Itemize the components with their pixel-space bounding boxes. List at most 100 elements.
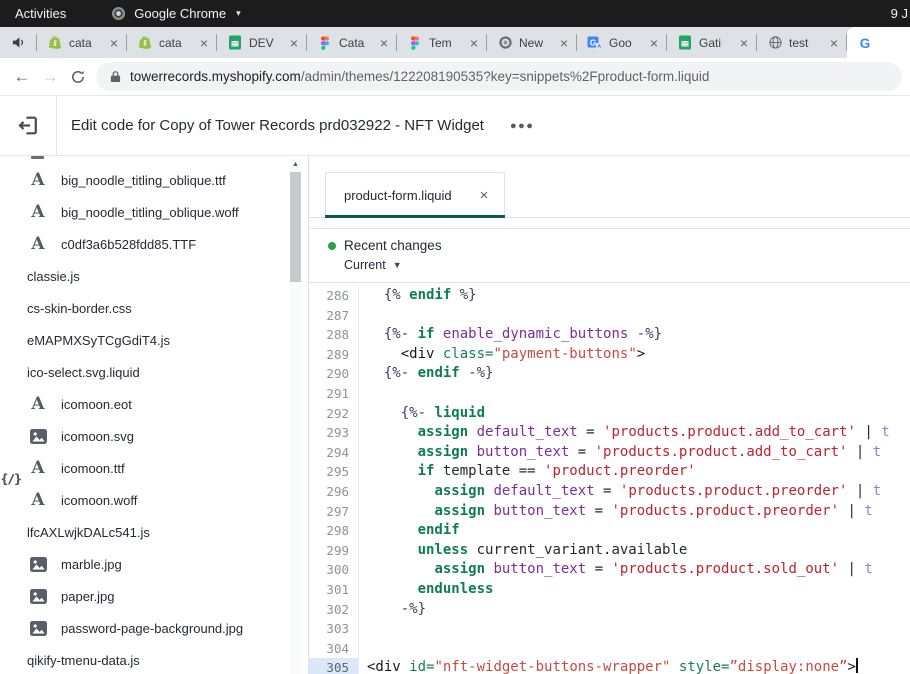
tab-close-icon[interactable]: × bbox=[559, 36, 569, 50]
code-text[interactable]: unless current_variant.available bbox=[359, 541, 910, 561]
tab-title: cata bbox=[69, 36, 103, 50]
google-favicon-icon: G bbox=[857, 35, 873, 51]
file-item-icomoon.eot[interactable]: Aicomoon.eot bbox=[0, 388, 308, 420]
tab-close-icon[interactable]: × bbox=[199, 36, 209, 50]
file-name: icomoon.woff bbox=[61, 493, 137, 508]
code-text[interactable]: {% endif %} bbox=[359, 286, 910, 306]
file-item-big_noodle_titling_oblique.ttf[interactable]: Abig_noodle_titling_oblique.ttf bbox=[0, 164, 308, 196]
text-cursor bbox=[856, 658, 858, 673]
code-text[interactable]: -%} bbox=[359, 600, 910, 620]
line-number: 287 bbox=[309, 306, 359, 326]
code-line-291: 291 bbox=[309, 384, 910, 404]
line-number: 304 bbox=[309, 639, 359, 659]
code-text[interactable] bbox=[359, 306, 910, 326]
line-number: 302 bbox=[309, 600, 359, 620]
file-item-paper.jpg[interactable]: paper.jpg bbox=[0, 580, 308, 612]
file-name: classie.js bbox=[27, 269, 80, 284]
browser-tab-Gati[interactable]: Gati × bbox=[667, 27, 756, 58]
code-text[interactable] bbox=[359, 384, 910, 404]
editor-tab-close-icon[interactable]: × bbox=[480, 188, 489, 203]
lock-icon[interactable] bbox=[110, 70, 121, 83]
browser-tab-test[interactable]: test× bbox=[757, 27, 846, 58]
browser-tab-Cata[interactable]: Cata× bbox=[307, 27, 396, 58]
tab-close-icon[interactable]: × bbox=[469, 36, 479, 50]
code-text[interactable] bbox=[359, 619, 910, 639]
code-text[interactable] bbox=[359, 639, 910, 659]
tab-title: Gati bbox=[699, 36, 733, 50]
activities-button[interactable]: Activities bbox=[0, 6, 81, 21]
file-name: icomoon.svg bbox=[61, 429, 134, 444]
tab-audio-button[interactable] bbox=[0, 27, 36, 58]
tab-close-icon[interactable]: × bbox=[109, 36, 119, 50]
tab-title: DEV bbox=[249, 36, 283, 50]
code-text[interactable]: <div class="payment-buttons"> bbox=[359, 345, 910, 365]
file-name: icomoon.ttf bbox=[61, 461, 125, 476]
line-number: 286 bbox=[309, 286, 359, 306]
file-item-icomoon.svg[interactable]: icomoon.svg bbox=[0, 420, 308, 452]
shopify-favicon-icon bbox=[137, 35, 153, 51]
app-menu-label: Google Chrome bbox=[134, 6, 226, 21]
app-menu-button[interactable]: Google Chrome ▾ bbox=[111, 6, 240, 21]
file-item-big_noodle_titling_oblique.woff[interactable]: Abig_noodle_titling_oblique.woff bbox=[0, 196, 308, 228]
tab-close-icon[interactable]: × bbox=[829, 36, 839, 50]
back-button[interactable]: ← bbox=[8, 67, 36, 87]
file-item-c0df3a6b528fdd85.TTF[interactable]: Ac0df3a6b528fdd85.TTF bbox=[0, 228, 308, 260]
file-name: cs-skin-border.css bbox=[27, 301, 132, 316]
line-number: 294 bbox=[309, 443, 359, 463]
tab-close-icon[interactable]: × bbox=[289, 36, 299, 50]
line-number: 290 bbox=[309, 364, 359, 384]
browser-tab-New[interactable]: New× bbox=[487, 27, 576, 58]
file-item-ico-select.svg.liquid[interactable]: {/}ico-select.svg.liquid bbox=[0, 356, 308, 388]
file-item-icomoon.ttf[interactable]: Aicomoon.ttf bbox=[0, 452, 308, 484]
file-item-icomoon.woff[interactable]: Aicomoon.woff bbox=[0, 484, 308, 516]
browser-tab-Tem[interactable]: Tem × bbox=[397, 27, 486, 58]
file-name: c0df3a6b528fdd85.TTF bbox=[61, 237, 196, 252]
code-text[interactable]: assign default_text = 'products.product.… bbox=[359, 482, 910, 502]
code-text[interactable]: endunless bbox=[359, 580, 910, 600]
file-item-marble.jpg[interactable]: marble.jpg bbox=[0, 548, 308, 580]
browser-tab-strip: cata×cata×DEV×Cata×Tem×New×GAGoo×Gati×te… bbox=[0, 27, 910, 58]
file-item-lfcAXLwjkDALc541.js[interactable]: {/}lfcAXLwjkDALc541.js bbox=[0, 516, 308, 548]
tab-close-icon[interactable]: × bbox=[739, 36, 749, 50]
file-item-cs-skin-border.css[interactable]: {/}cs-skin-border.css bbox=[0, 292, 308, 324]
more-options-button[interactable]: ●●● bbox=[510, 120, 534, 132]
code-text[interactable]: endif bbox=[359, 521, 910, 541]
code-text[interactable]: assign button_text = 'products.product.p… bbox=[359, 502, 910, 522]
browser-tab-cata[interactable]: cata × bbox=[37, 27, 126, 58]
code-text[interactable]: {%- liquid bbox=[359, 404, 910, 424]
code-text[interactable]: assign button_text = 'products.product.a… bbox=[359, 443, 910, 463]
system-clock: 9 J bbox=[891, 6, 908, 21]
browser-tab-Goo[interactable]: GAGoo× bbox=[577, 27, 666, 58]
file-item-password-page-background.jpg[interactable]: password-page-background.jpg bbox=[0, 612, 308, 644]
code-text[interactable]: {%- endif -%} bbox=[359, 364, 910, 384]
code-line-303: 303 bbox=[309, 619, 910, 639]
file-name: ico-select.svg.liquid bbox=[27, 365, 140, 380]
address-bar[interactable]: towerrecords.myshopify.com/admin/themes/… bbox=[96, 62, 902, 91]
code-area[interactable]: 286 {% endif %}287288 {%- if enable_dyna… bbox=[309, 283, 910, 674]
file-item-eMAPMXSyTCgGdiT4.js[interactable]: {/}eMAPMXSyTCgGdiT4.js bbox=[0, 324, 308, 356]
browser-tab-google[interactable]: G× bbox=[847, 27, 910, 58]
forward-button[interactable]: → bbox=[36, 67, 64, 87]
version-dropdown[interactable]: Current ▼ bbox=[344, 258, 910, 272]
scroll-up-arrow-icon[interactable]: ▲ bbox=[290, 158, 301, 170]
tab-close-icon[interactable]: × bbox=[379, 36, 389, 50]
browser-tab-DEV[interactable]: DEV × bbox=[217, 27, 306, 58]
tab-close-icon[interactable]: × bbox=[649, 36, 659, 50]
code-text[interactable]: assign default_text = 'products.product.… bbox=[359, 423, 910, 443]
file-item-classie.js[interactable]: {/}classie.js bbox=[0, 260, 308, 292]
reload-button[interactable] bbox=[64, 67, 92, 87]
scrollbar-thumb[interactable] bbox=[290, 172, 301, 282]
code-text[interactable]: {%- if enable_dynamic_buttons -%} bbox=[359, 325, 910, 345]
code-text[interactable]: <div id="nft-widget-buttons-wrapper" sty… bbox=[359, 658, 910, 674]
exit-code-editor-button[interactable] bbox=[0, 96, 57, 155]
editor-tab-product-form[interactable]: product-form.liquid × bbox=[325, 172, 505, 218]
tab-title: Tem bbox=[429, 36, 463, 50]
code-text[interactable]: if template == 'product.preorder' bbox=[359, 462, 910, 482]
file-item-qikify-tmenu-data.js[interactable]: {/}qikify-tmenu-data.js bbox=[0, 644, 308, 674]
tab-title: cata bbox=[159, 36, 193, 50]
sidebar-scrollbar[interactable]: ▲ bbox=[290, 158, 301, 674]
code-line-296: 296 assign default_text = 'products.prod… bbox=[309, 482, 910, 502]
browser-tab-cata[interactable]: cata × bbox=[127, 27, 216, 58]
file-name: marble.jpg bbox=[61, 557, 122, 572]
code-text[interactable]: assign button_text = 'products.product.s… bbox=[359, 560, 910, 580]
